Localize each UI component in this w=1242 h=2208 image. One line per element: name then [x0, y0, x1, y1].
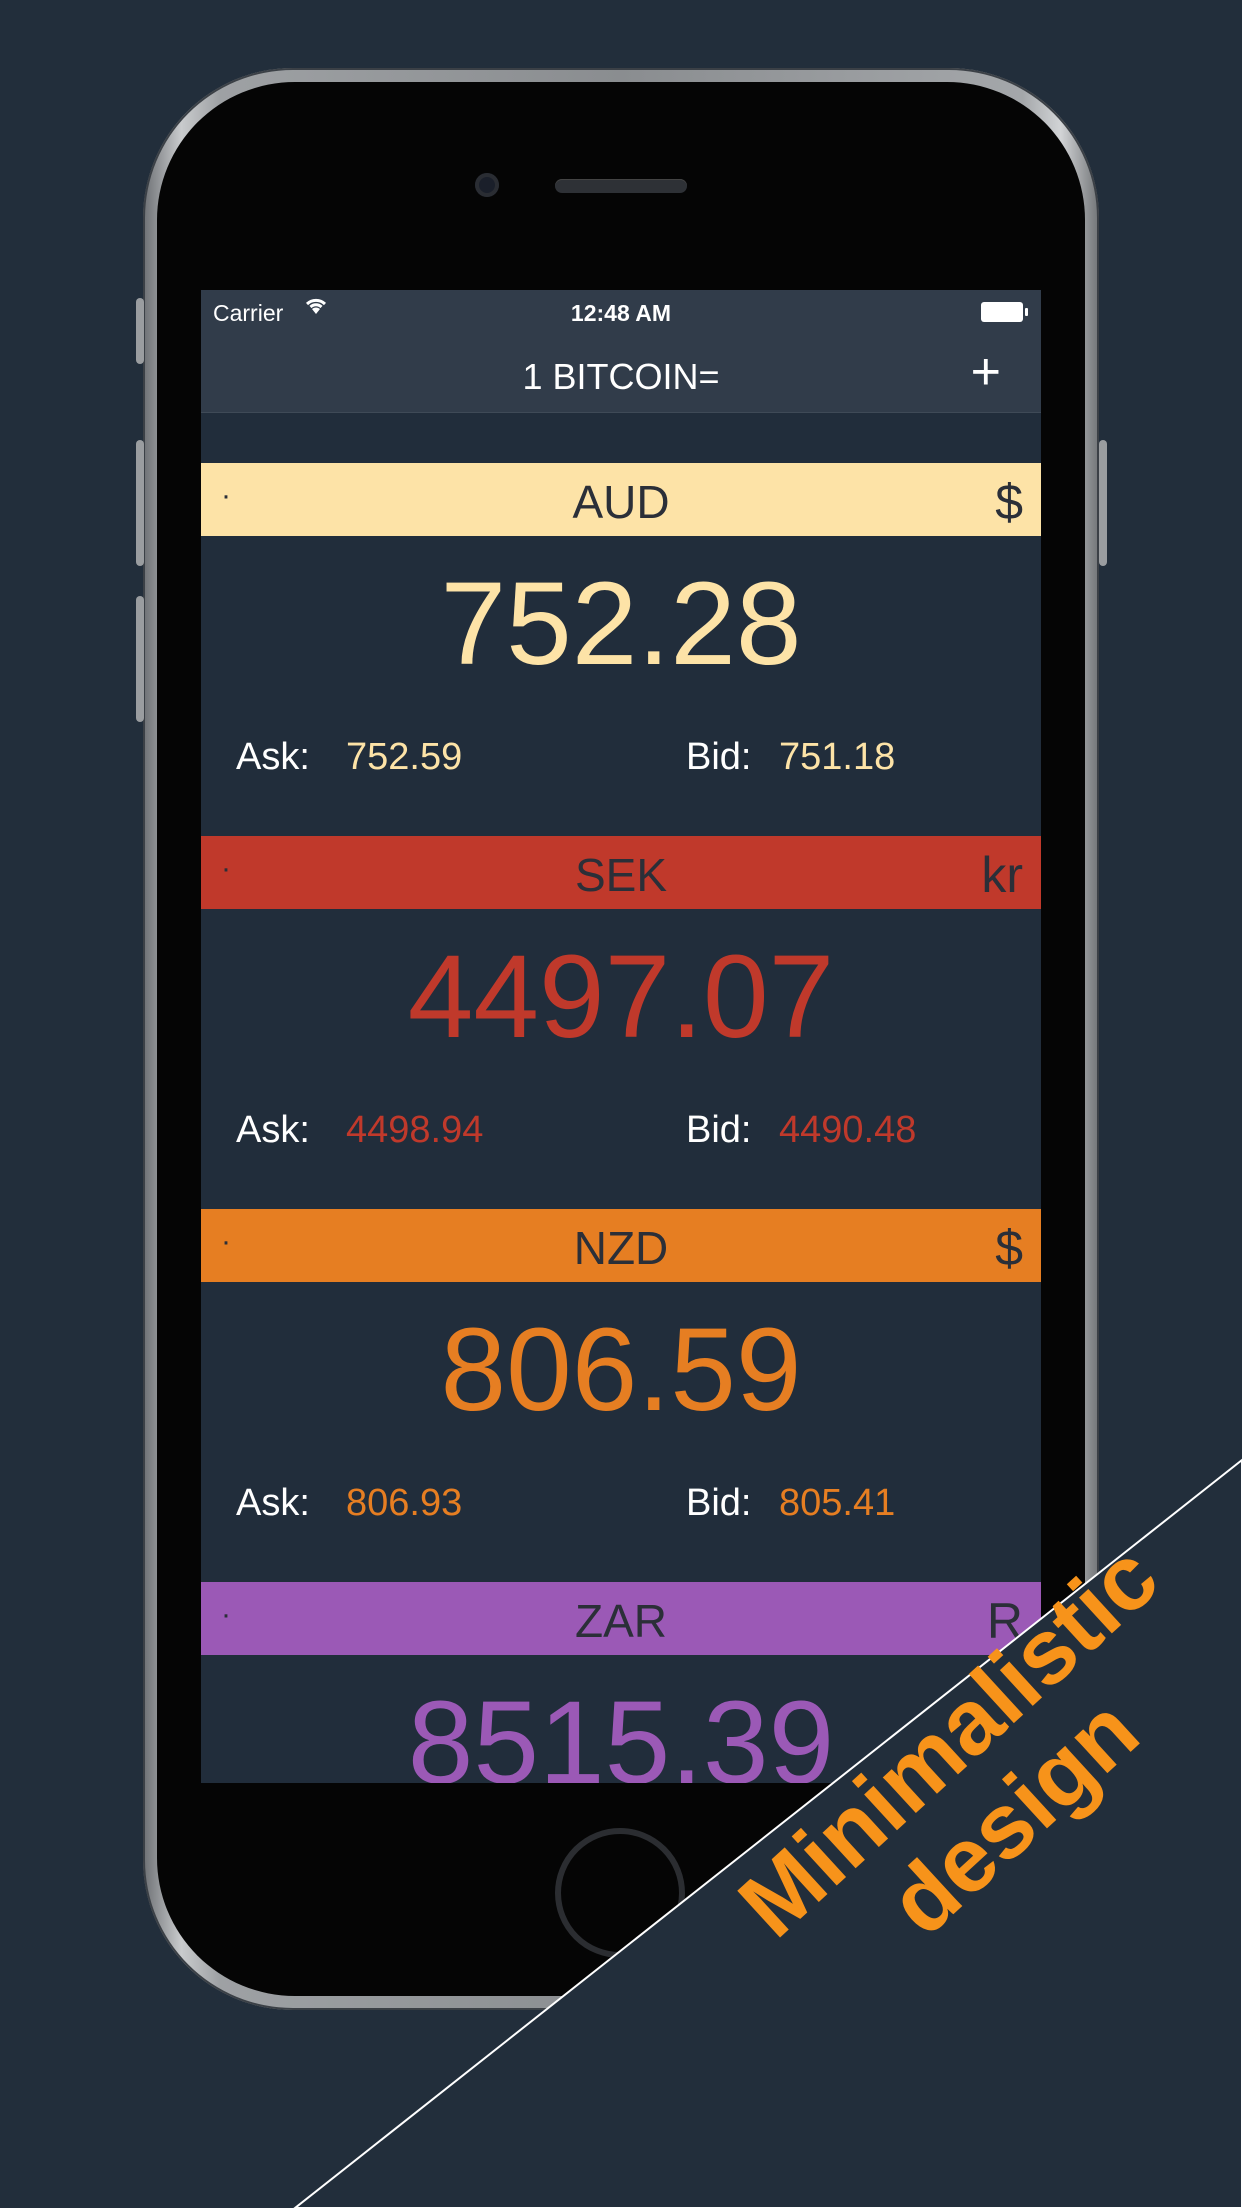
volume-down-button	[136, 596, 144, 722]
currency-list: · AUD $ 752.28 Ask: 752.59 Bid: 751.18 ·…	[201, 463, 1041, 1783]
currency-card[interactable]: · ZAR R 8515.39	[201, 1582, 1041, 1783]
currency-header-bar[interactable]: · AUD $	[201, 463, 1041, 536]
nav-bar: 1 BITCOIN= +	[201, 336, 1041, 413]
currency-price: 752.28	[440, 558, 802, 690]
bid-value: 805.41	[779, 1482, 896, 1524]
app-screen: Carrier 12:48 AM 1 BITCOIN= + · AUD $ 75…	[201, 290, 1041, 1783]
currency-price: 8515.39	[407, 1677, 835, 1783]
ask-label: Ask:	[236, 1482, 310, 1524]
ask-value: 4498.94	[346, 1109, 484, 1151]
bid-label: Bid:	[686, 1109, 752, 1151]
bid-label: Bid:	[686, 736, 752, 778]
currency-symbol: $	[995, 1220, 1023, 1276]
front-camera	[475, 173, 499, 197]
currency-card[interactable]: · NZD $ 806.59 Ask: 806.93 Bid: 805.41	[201, 1209, 1041, 1582]
bid-value: 4490.48	[779, 1109, 917, 1151]
nav-title: 1 BITCOIN=	[522, 356, 720, 397]
currency-price: 806.59	[440, 1304, 802, 1436]
silent-switch	[136, 298, 144, 364]
currency-code: NZD	[573, 1222, 669, 1274]
currency-symbol: $	[995, 474, 1023, 530]
battery-icon	[981, 302, 1028, 322]
currency-price: 4497.07	[407, 931, 835, 1063]
volume-up-button	[136, 440, 144, 566]
currency-header-bar[interactable]: · NZD $	[201, 1209, 1041, 1282]
status-bar: Carrier 12:48 AM	[201, 290, 1041, 336]
currency-card[interactable]: · SEK kr 4497.07 Ask: 4498.94 Bid: 4490.…	[201, 836, 1041, 1209]
add-currency-button[interactable]: +	[971, 346, 1001, 398]
currency-header-bar[interactable]: · SEK kr	[201, 836, 1041, 909]
ask-label: Ask:	[236, 736, 310, 778]
currency-card[interactable]: · AUD $ 752.28 Ask: 752.59 Bid: 751.18	[201, 463, 1041, 836]
ask-label: Ask:	[236, 1109, 310, 1151]
currency-header-bar[interactable]: · ZAR R	[201, 1582, 1041, 1655]
currency-symbol: kr	[981, 847, 1023, 903]
bid-value: 751.18	[779, 736, 896, 778]
currency-code: SEK	[574, 849, 668, 901]
earpiece-speaker	[555, 179, 687, 193]
ask-value: 806.93	[346, 1482, 463, 1524]
currency-code: AUD	[572, 476, 670, 528]
currency-symbol: R	[986, 1593, 1023, 1649]
power-button	[1099, 440, 1107, 566]
home-button	[555, 1828, 685, 1958]
currency-code: ZAR	[575, 1595, 667, 1647]
status-time: 12:48 AM	[570, 300, 672, 326]
bid-label: Bid:	[686, 1482, 752, 1524]
ask-value: 752.59	[346, 736, 463, 778]
